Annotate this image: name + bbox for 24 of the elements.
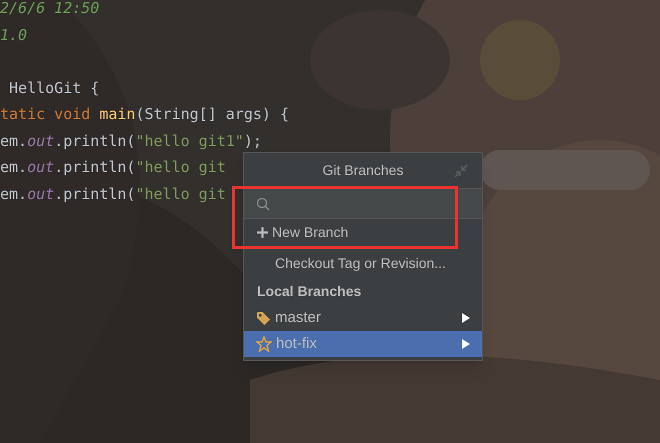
code-line: em.out.println("hello git xyxy=(0,157,226,178)
plus-icon xyxy=(256,226,269,239)
star-icon xyxy=(256,336,272,352)
code-line: 1.0 xyxy=(0,24,28,46)
popup-title: Git Branches xyxy=(322,161,404,180)
menu-item-label: New Branch xyxy=(272,223,348,242)
menu-item[interactable]: New Branch xyxy=(244,219,352,246)
code-line: tatic void main(String[] args) { xyxy=(0,104,289,125)
search-field[interactable] xyxy=(244,189,482,219)
collapse-icon[interactable] xyxy=(454,164,468,178)
menu-item-label: Checkout Tag or Revision... xyxy=(275,254,446,273)
branch-name: hot-fix xyxy=(276,334,318,354)
branch-name: master xyxy=(275,308,322,328)
code-line: 2/6/6 12:50 xyxy=(0,0,100,19)
tag-icon xyxy=(256,310,271,326)
branch-item[interactable]: master xyxy=(244,305,482,331)
submenu-arrow-icon xyxy=(462,313,470,323)
code-line: HelloGit { xyxy=(8,78,100,98)
code-line: em.out.println("hello git xyxy=(0,184,226,204)
code-line: em.out.println("hello git1"); xyxy=(0,130,262,152)
menu-item[interactable]: Checkout Tag or Revision... xyxy=(244,250,450,277)
submenu-arrow-icon xyxy=(462,339,470,349)
search-icon xyxy=(256,196,270,210)
section-header: Local Branches xyxy=(257,282,362,300)
